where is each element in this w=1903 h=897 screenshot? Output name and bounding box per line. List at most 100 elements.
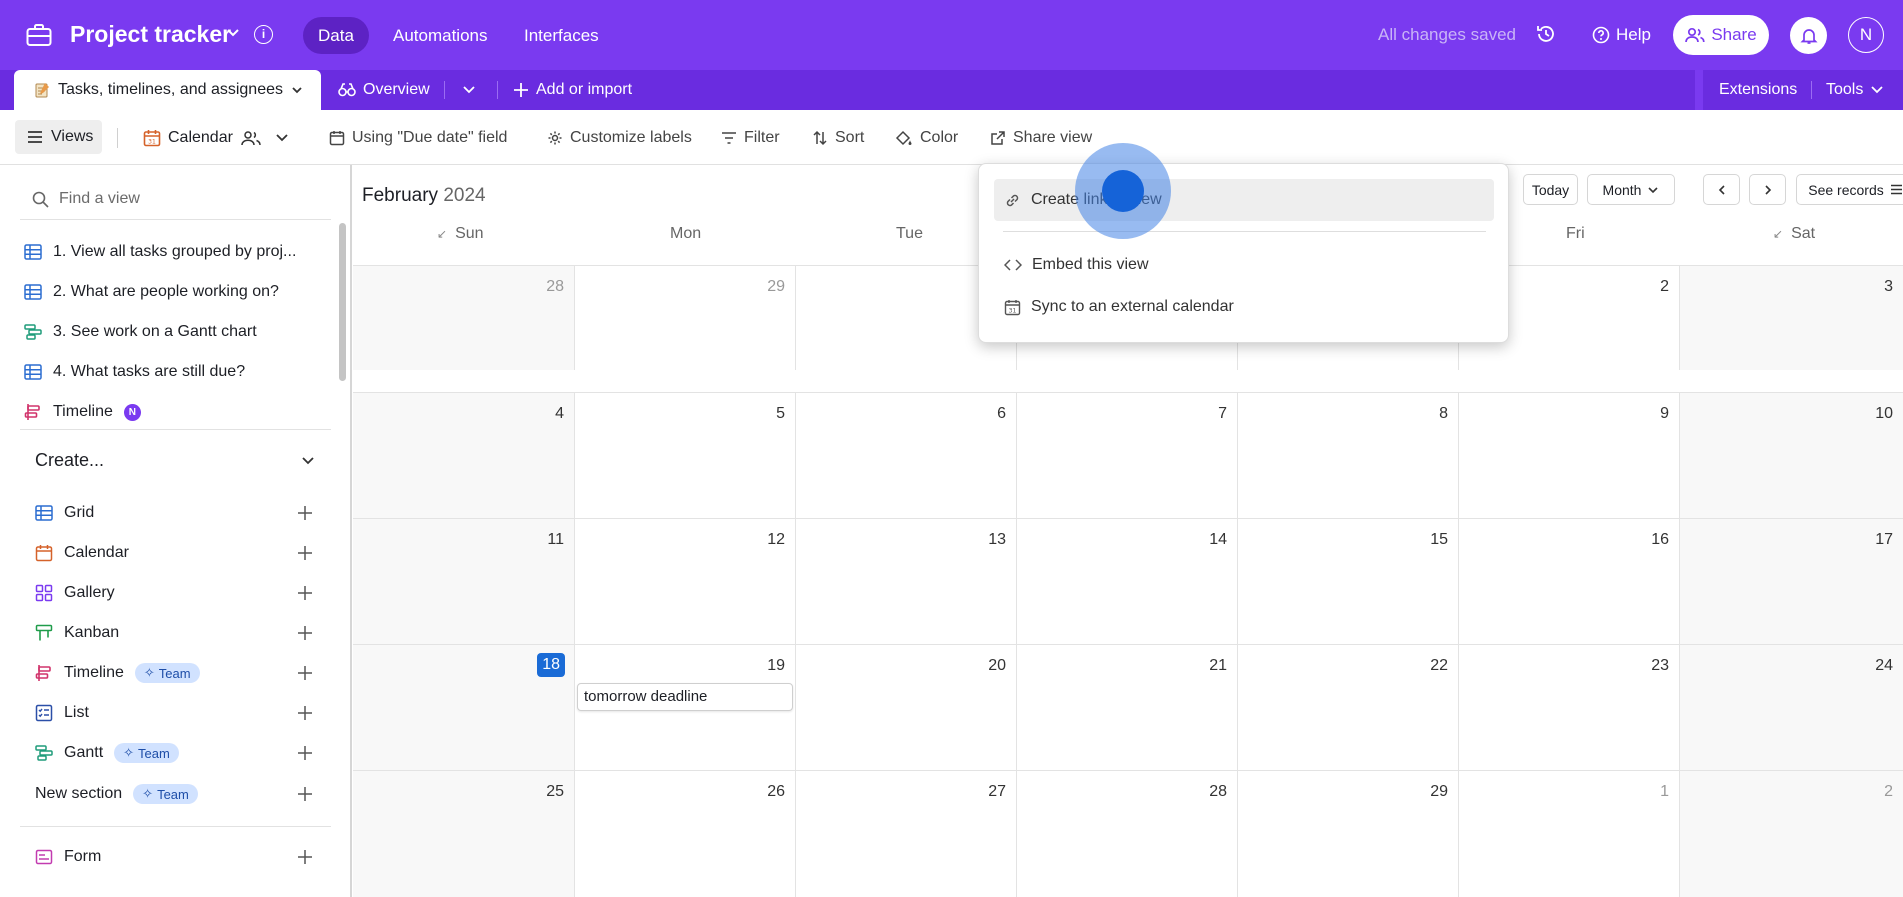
create-section-heading[interactable]: Create... (35, 450, 104, 471)
sidebar-view-item[interactable]: 3. See work on a Gantt chart (24, 318, 257, 346)
team-badge: ✧ Team (134, 663, 200, 683)
add-calendar-plus-icon[interactable] (295, 543, 315, 563)
sort-button[interactable]: Sort (812, 110, 864, 165)
customize-labels-label: Customize labels (570, 128, 692, 146)
today-button[interactable]: Today (1523, 174, 1578, 205)
avatar[interactable]: N (1848, 17, 1884, 53)
day-cell[interactable]: 11 (353, 519, 574, 644)
create-gantt-item[interactable]: Gantt ✧ Team (35, 739, 179, 767)
add-grid-plus-icon[interactable] (295, 503, 315, 523)
day-cell[interactable]: 28 (353, 266, 574, 370)
day-cell[interactable]: 9 (1458, 393, 1679, 518)
chevron-down-icon[interactable] (300, 453, 316, 469)
add-list-plus-icon[interactable] (295, 703, 315, 723)
search-input[interactable]: Find a view (59, 190, 140, 208)
previous-month-button[interactable] (1703, 174, 1740, 205)
create-gallery-item[interactable]: Gallery (35, 579, 115, 607)
date-field-button[interactable]: Using "Due date" field (329, 110, 507, 165)
share-button[interactable]: Share (1673, 15, 1769, 55)
day-cell[interactable]: 17 (1679, 519, 1903, 644)
collapse-icon[interactable]: ↙ (1773, 227, 1783, 241)
add-timeline-plus-icon[interactable] (295, 663, 315, 683)
add-import-button[interactable]: Add or import (513, 70, 632, 110)
search-icon (32, 191, 49, 208)
day-cell[interactable]: 18 (353, 645, 574, 770)
chevron-down-icon[interactable] (226, 26, 240, 40)
more-tables-chevron-icon[interactable] (462, 70, 476, 110)
day-cell[interactable]: 13 (795, 519, 1016, 644)
color-button[interactable]: Color (895, 110, 958, 165)
day-cell[interactable]: 7 (1016, 393, 1237, 518)
info-icon[interactable]: i (254, 25, 273, 44)
tab-data[interactable]: Data (303, 17, 369, 54)
next-month-button[interactable] (1749, 174, 1786, 205)
create-calendar-item[interactable]: Calendar (35, 539, 129, 567)
day-cell[interactable]: 25 (353, 771, 574, 897)
create-form-item[interactable]: Form (35, 843, 101, 871)
day-cell[interactable]: 20 (795, 645, 1016, 770)
base-name[interactable]: Project tracker (70, 21, 231, 48)
day-cell[interactable]: 22 (1237, 645, 1458, 770)
add-gallery-plus-icon[interactable] (295, 583, 315, 603)
day-cell[interactable]: 6 (795, 393, 1016, 518)
notifications-button[interactable] (1790, 17, 1827, 54)
create-list-item[interactable]: List (35, 699, 89, 727)
add-form-plus-icon[interactable] (295, 847, 315, 867)
table-tab-active[interactable]: Tasks, timelines, and assignees (14, 70, 321, 110)
day-cell[interactable]: 21 (1016, 645, 1237, 770)
chevron-down-icon[interactable] (275, 131, 289, 145)
filter-button[interactable]: Filter (721, 110, 780, 165)
day-cell[interactable]: 16 (1458, 519, 1679, 644)
sidebar-scrollbar[interactable] (339, 223, 346, 381)
add-kanban-plus-icon[interactable] (295, 623, 315, 643)
tab-automations[interactable]: Automations (378, 17, 503, 54)
overview-tab[interactable]: Overview (338, 70, 430, 110)
chevron-down-icon[interactable] (291, 84, 303, 96)
embed-view-menu-item[interactable]: Embed this view (994, 244, 1494, 286)
day-cell[interactable]: 1 (1458, 771, 1679, 897)
customize-labels-button[interactable]: Customize labels (547, 110, 692, 165)
day-cell[interactable]: 12 (574, 519, 795, 644)
day-cell[interactable]: 19 tomorrow deadline (574, 645, 795, 770)
sidebar-view-item[interactable]: 1. View all tasks grouped by proj... (24, 238, 296, 266)
extensions-button[interactable]: Extensions (1719, 70, 1797, 110)
day-cell[interactable]: 28 (1016, 771, 1237, 897)
create-new-section-item[interactable]: New section ✧ Team (35, 780, 198, 808)
history-icon[interactable] (1536, 24, 1556, 44)
day-cell[interactable]: 29 (574, 266, 795, 370)
day-cell[interactable]: 10 (1679, 393, 1903, 518)
add-section-plus-icon[interactable] (295, 784, 315, 804)
create-link-menu-item[interactable]: Create link to view (994, 179, 1494, 221)
calendar-event[interactable]: tomorrow deadline (577, 683, 793, 711)
current-view-button[interactable]: 31 Calendar (143, 110, 289, 165)
day-cell[interactable]: 24 (1679, 645, 1903, 770)
tab-interfaces[interactable]: Interfaces (509, 17, 614, 54)
create-timeline-item[interactable]: Timeline ✧ Team (35, 659, 200, 687)
add-gantt-plus-icon[interactable] (295, 743, 315, 763)
sidebar-view-item[interactable]: Timeline N (24, 398, 141, 426)
tools-button[interactable]: Tools (1826, 70, 1884, 110)
views-toggle-button[interactable]: Views (15, 120, 102, 154)
day-cell[interactable]: 23 (1458, 645, 1679, 770)
create-kanban-item[interactable]: Kanban (35, 619, 119, 647)
day-cell[interactable]: 15 (1237, 519, 1458, 644)
sync-calendar-menu-item[interactable]: 31 Sync to an external calendar (994, 286, 1494, 328)
day-cell[interactable]: 14 (1016, 519, 1237, 644)
find-view-search[interactable]: Find a view (32, 190, 140, 208)
share-view-button[interactable]: Share view (990, 110, 1092, 165)
see-records-button[interactable]: See records (1796, 174, 1903, 205)
day-cell[interactable]: 5 (574, 393, 795, 518)
sidebar-view-item[interactable]: 2. What are people working on? (24, 278, 279, 306)
day-cell[interactable]: 27 (795, 771, 1016, 897)
sidebar-view-item[interactable]: 4. What tasks are still due? (24, 358, 245, 386)
day-cell[interactable]: 26 (574, 771, 795, 897)
collapse-icon[interactable]: ↙ (437, 227, 447, 241)
day-cell[interactable]: 4 (353, 393, 574, 518)
month-select[interactable]: Month (1587, 174, 1675, 205)
create-grid-item[interactable]: Grid (35, 499, 94, 527)
day-cell[interactable]: 29 (1237, 771, 1458, 897)
day-cell[interactable]: 2 (1679, 771, 1903, 897)
help-button[interactable]: Help (1592, 25, 1651, 45)
day-cell[interactable]: 8 (1237, 393, 1458, 518)
day-cell[interactable]: 3 (1679, 266, 1903, 370)
